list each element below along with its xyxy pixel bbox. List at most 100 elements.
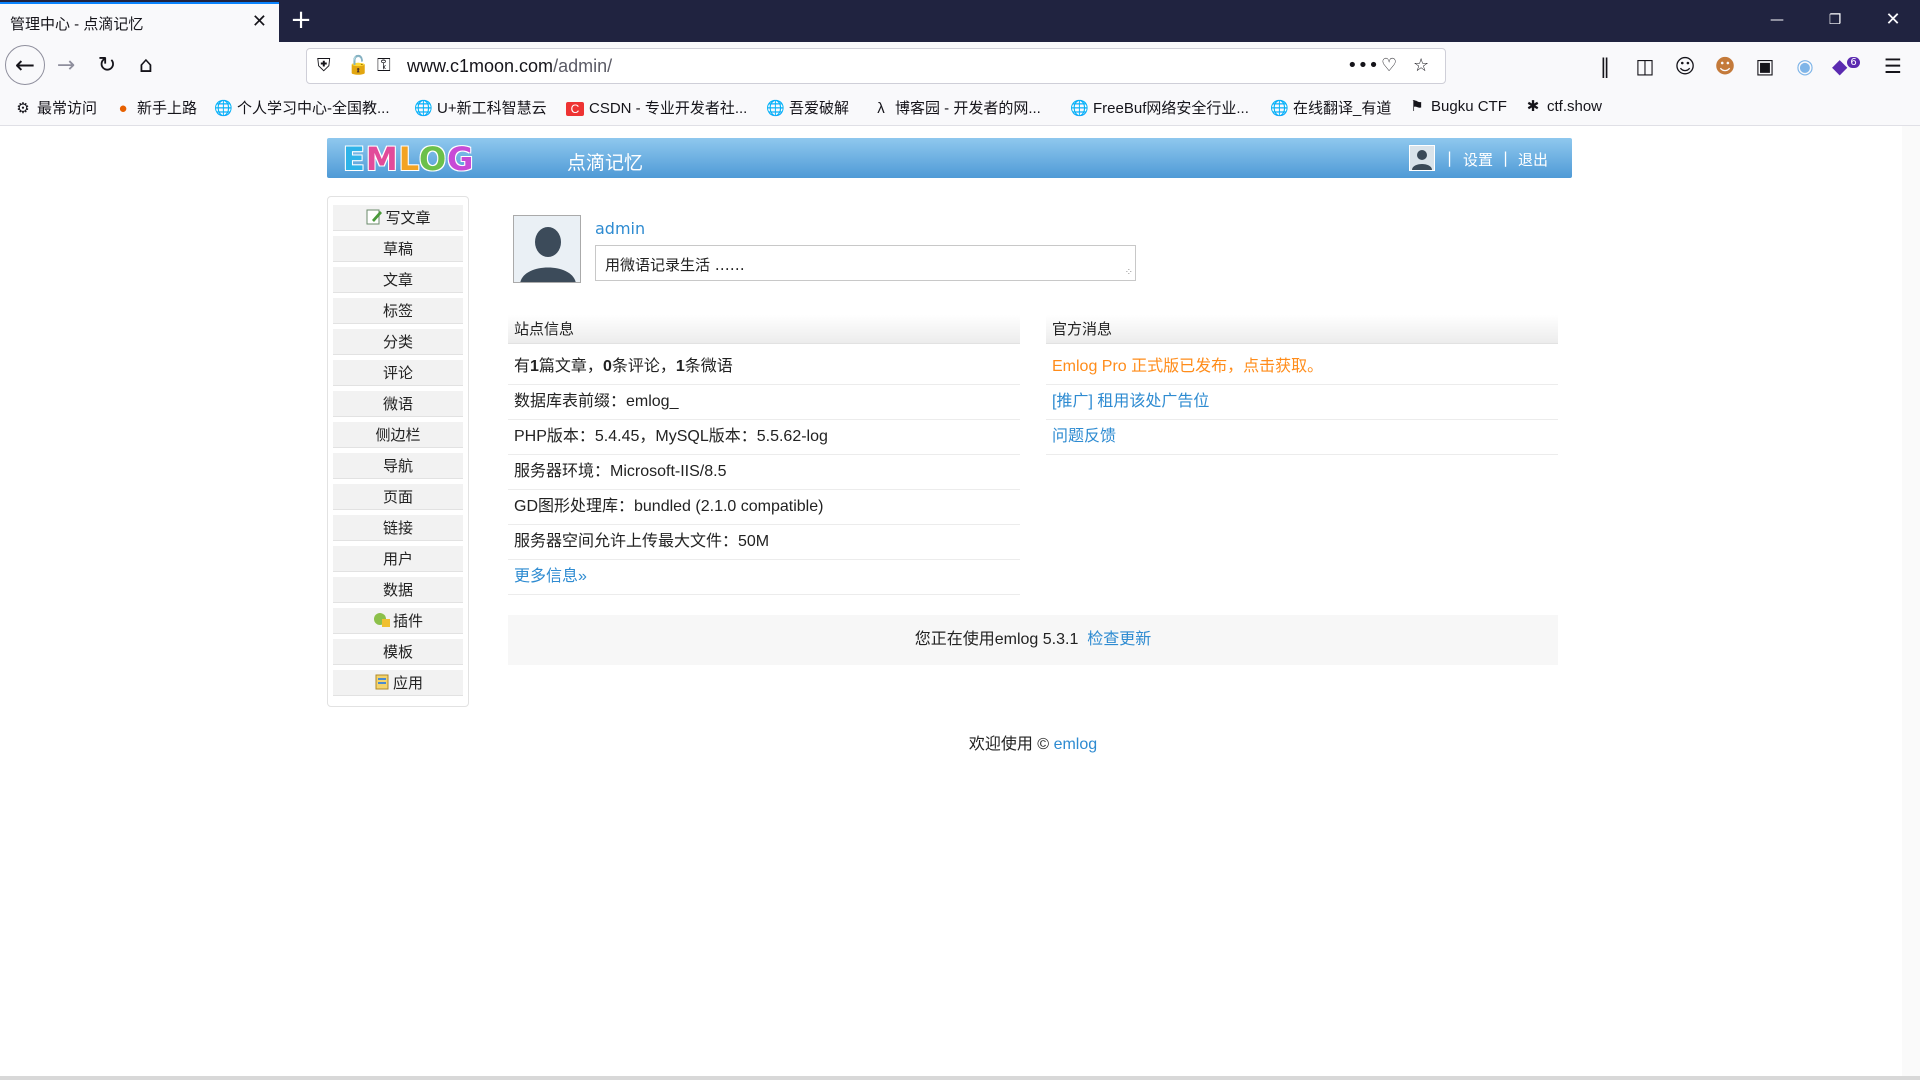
page-scrollbar[interactable]	[1902, 126, 1920, 1080]
runner-icon: ✱	[1526, 98, 1540, 115]
restore-window-icon[interactable]: ❐	[1808, 0, 1862, 40]
news-link-feedback[interactable]: 问题反馈	[1052, 428, 1116, 445]
key-icon[interactable]: ⚿	[377, 55, 391, 76]
sidebar-item-apps[interactable]: 应用	[333, 670, 463, 696]
comment-count: 0	[602, 358, 612, 375]
reload-icon[interactable]: ↻	[91, 50, 123, 82]
post-count: 1	[530, 358, 539, 375]
twitter-count: 1	[675, 358, 685, 375]
bookmark-item[interactable]: ⚙ 最常访问	[14, 97, 97, 118]
bookmark-item[interactable]: 🌐 在线翻译_有道	[1270, 97, 1391, 118]
sidebar-item-links[interactable]: 链接	[333, 515, 463, 541]
sidebar-item-write[interactable]: 写文章	[333, 205, 463, 231]
insecure-lock-icon[interactable]: 🔓	[347, 55, 369, 76]
flag-icon: ⚑	[1410, 98, 1424, 115]
extension-circle-icon[interactable]: ◉	[1792, 54, 1818, 78]
news-link-emlog-pro[interactable]: Emlog Pro 正式版已发布，点击获取。	[1052, 358, 1323, 375]
app-icon	[373, 673, 391, 691]
bookmark-item[interactable]: λ 博客园 - 开发者的网...	[872, 97, 1041, 118]
user-silhouette-icon	[514, 216, 580, 282]
username-link[interactable]: admin	[595, 219, 645, 238]
twitter-input-placeholder: 用微语记录生活 ……	[605, 256, 745, 274]
bookmark-item[interactable]: ⚑ Bugku CTF	[1408, 97, 1507, 115]
menu-hamburger-icon[interactable]: ☰	[1880, 54, 1906, 78]
user-silhouette-icon	[1412, 150, 1432, 170]
sidebar-item-data[interactable]: 数据	[333, 577, 463, 603]
browser-navigation-bar: ← → ↻ ⌂ ⛨ 🔓 ⚿ www.c1moon.com/admin/ ••• …	[0, 42, 1920, 89]
sidebar-toggle-icon[interactable]: ◫	[1632, 54, 1658, 78]
bookmark-item[interactable]: 🌐 个人学习中心-全国教...	[214, 97, 390, 118]
check-update-link[interactable]: 检查更新	[1087, 631, 1151, 648]
footer-emlog-link[interactable]: emlog	[1054, 736, 1098, 753]
sidebar-item-templates[interactable]: 模板	[333, 639, 463, 665]
bookmark-item[interactable]: C CSDN - 专业开发者社...	[566, 97, 747, 118]
sidebar-item-drafts[interactable]: 草稿	[333, 236, 463, 262]
sidebar-item-tags[interactable]: 标签	[333, 298, 463, 324]
extension-badge-count: 6	[1847, 57, 1860, 69]
page-footer: 欢迎使用 © emlog	[508, 730, 1558, 754]
resize-grip-icon[interactable]: ⁘	[1125, 267, 1133, 278]
bookmark-item[interactable]: ● 新手上路	[114, 97, 197, 118]
settings-link[interactable]: 设置	[1463, 149, 1493, 170]
bookmark-item[interactable]: ✱ ctf.show	[1524, 97, 1602, 115]
php-version-row: PHP版本：5.4.45，MySQL版本：5.5.62-log	[508, 420, 1020, 455]
tab-close-icon[interactable]: ✕	[252, 11, 267, 32]
gear-icon: ⚙	[16, 100, 30, 117]
bookmark-item[interactable]: 🌐 U+新工科智慧云	[414, 97, 547, 118]
sidebar-item-users[interactable]: 用户	[333, 546, 463, 572]
csdn-icon: C	[566, 102, 584, 116]
gd-library-row: GD图形处理库：bundled (2.1.0 compatible)	[508, 490, 1020, 525]
url-text[interactable]: www.c1moon.com/admin/	[407, 56, 612, 77]
news-item: Emlog Pro 正式版已发布，点击获取。	[1046, 350, 1558, 385]
header-avatar[interactable]	[1409, 145, 1435, 171]
db-prefix-row: 数据库表前缀：emlog_	[508, 385, 1020, 420]
sidebar-item-categories[interactable]: 分类	[333, 329, 463, 355]
header-separator: |	[1503, 149, 1509, 167]
account-icon[interactable]: ☺	[1672, 54, 1698, 78]
site-info-heading: 站点信息	[508, 315, 1020, 344]
sidebar-item-plugins[interactable]: 插件	[333, 608, 463, 634]
globe-icon: 🌐	[214, 100, 233, 117]
sidebar-item-comments[interactable]: 评论	[333, 360, 463, 386]
extension-monkey-icon[interactable]: ☻	[1712, 54, 1738, 78]
shield-icon[interactable]: ⛨	[317, 55, 331, 76]
library-icon[interactable]: ‖	[1592, 54, 1618, 78]
user-avatar[interactable]	[513, 215, 581, 283]
sidebar-item-posts[interactable]: 文章	[333, 267, 463, 293]
sidebar-item-twitter[interactable]: 微语	[333, 391, 463, 417]
firefox-icon: ●	[118, 100, 128, 117]
close-window-icon[interactable]: ✕	[1866, 0, 1920, 40]
globe-icon: 🌐	[1270, 100, 1289, 117]
minimize-window-icon[interactable]: —	[1750, 0, 1804, 40]
news-item: 问题反馈	[1046, 420, 1558, 455]
site-title-link[interactable]: 点滴记忆	[567, 148, 643, 175]
address-bar[interactable]: ⛨ 🔓 ⚿ www.c1moon.com/admin/ ••• ♡ ☆	[306, 48, 1446, 84]
forward-arrow-icon[interactable]: →	[50, 50, 82, 82]
logout-link[interactable]: 退出	[1518, 149, 1548, 170]
twitter-input[interactable]: 用微语记录生活 …… ⁘	[595, 245, 1136, 281]
more-info-link[interactable]: 更多信息»	[514, 568, 587, 585]
home-icon[interactable]: ⌂	[130, 50, 162, 82]
admin-header: EMLOG 点滴记忆 | 设置 | 退出	[327, 138, 1572, 178]
bookmark-item[interactable]: 🌐 吾爱破解	[766, 97, 849, 118]
browser-tab-active[interactable]: 管理中心 - 点滴记忆 ✕	[0, 2, 279, 42]
bookmark-item[interactable]: 🌐 FreeBuf网络安全行业...	[1070, 97, 1249, 118]
official-news-heading: 官方消息	[1046, 315, 1558, 344]
header-separator: |	[1447, 149, 1453, 167]
sidebar-item-pages[interactable]: 页面	[333, 484, 463, 510]
back-arrow-icon[interactable]: ←	[5, 45, 45, 85]
extension-square-icon[interactable]: ▣	[1752, 54, 1778, 78]
news-link-ad[interactable]: [推广] 租用该处广告位	[1052, 393, 1209, 410]
globe-icon: 🌐	[1070, 100, 1089, 117]
bookmark-star-icon[interactable]: ☆	[1413, 55, 1429, 76]
pocket-icon[interactable]: ♡	[1381, 55, 1397, 76]
tab-title: 管理中心 - 点滴记忆	[10, 16, 144, 33]
emlog-logo[interactable]: EMLOG	[343, 140, 474, 178]
extension-badge-icon[interactable]: ◆ 6	[1832, 54, 1860, 78]
bookmarks-toolbar: ⚙ 最常访问 ● 新手上路 🌐 个人学习中心-全国教... 🌐 U+新工科智慧云 C CS…	[0, 89, 1920, 126]
sidebar-item-navigation[interactable]: 导航	[333, 453, 463, 479]
cnblogs-icon: λ	[877, 100, 885, 117]
sidebar-item-widgets[interactable]: 侧边栏	[333, 422, 463, 448]
new-tab-button[interactable]: +	[288, 6, 314, 34]
page-actions-more-icon[interactable]: •••	[1347, 55, 1379, 76]
